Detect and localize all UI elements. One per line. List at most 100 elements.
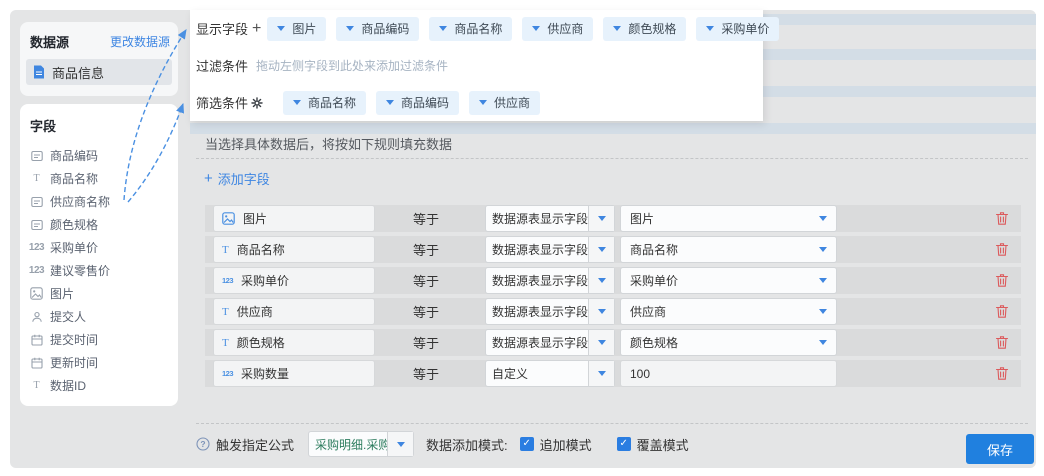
field-item[interactable]: 提交人	[30, 305, 178, 328]
rule-field-box[interactable]: 123 采购单价	[213, 267, 375, 294]
chevron-down-icon	[588, 330, 614, 355]
display-fields-row: 显示字段 + 图片 商品编码 商品名称 供应商 颜色规格 采购单价	[190, 10, 763, 47]
select-conditions-label: 筛选条件	[196, 93, 248, 112]
value-dropdown[interactable]: 图片	[620, 205, 837, 232]
gear-icon[interactable]	[251, 97, 263, 109]
operator-label: 等于	[413, 302, 453, 321]
fields-card: 字段 商品编码 T 商品名称 供应商名称 颜色规格 123 采购单价 123 建…	[20, 104, 178, 406]
display-field-tag[interactable]: 图片	[267, 17, 326, 41]
source-type-dropdown[interactable]: 数据源表显示字段值	[485, 298, 615, 325]
display-fields-label: 显示字段	[196, 19, 252, 38]
divider	[196, 158, 1028, 159]
field-item[interactable]: T 数据ID	[30, 374, 178, 397]
text-icon: T	[222, 337, 229, 349]
delete-row-icon[interactable]	[995, 335, 1009, 350]
field-item[interactable]: T 商品名称	[30, 167, 178, 190]
footer-bar: ? 触发指定公式 采购明细.采购... 数据添加模式: ✓ 追加模式 ✓ 覆盖模…	[196, 428, 689, 460]
value-dropdown[interactable]: 颜色规格	[620, 329, 837, 356]
datasource-title: 数据源	[30, 32, 69, 51]
field-item[interactable]: 提交时间	[30, 328, 178, 351]
delete-row-icon[interactable]	[995, 242, 1009, 257]
divider	[196, 423, 1028, 424]
rule-field-box[interactable]: T 供应商	[213, 298, 375, 325]
add-field-button[interactable]: + 添加字段	[204, 169, 270, 188]
delete-row-icon[interactable]	[995, 273, 1009, 288]
overwrite-mode-checkbox[interactable]: ✓ 覆盖模式	[617, 435, 689, 454]
value-dropdown[interactable]: 商品名称	[620, 236, 837, 263]
rule-row: T 供应商 等于 数据源表显示字段值 供应商	[205, 298, 1021, 325]
chevron-down-icon	[810, 237, 836, 262]
delete-row-icon[interactable]	[995, 211, 1009, 226]
datasource-item-selected[interactable]: 商品信息	[26, 59, 172, 85]
rule-field-box[interactable]: 123 采购数量	[213, 360, 375, 387]
field-item[interactable]: 更新时间	[30, 351, 178, 374]
source-type-dropdown[interactable]: 数据源表显示字段值	[485, 267, 615, 294]
display-field-tag[interactable]: 商品名称	[429, 17, 512, 41]
add-display-field-button[interactable]: +	[252, 20, 261, 38]
chevron-down-icon	[810, 268, 836, 293]
field-item[interactable]: 图片	[30, 282, 178, 305]
source-type-dropdown[interactable]: 数据源表显示字段值	[485, 329, 615, 356]
text-icon: T	[222, 244, 229, 256]
select-filter-tag[interactable]: 供应商	[469, 91, 540, 115]
source-type-dropdown[interactable]: 数据源表显示字段值	[485, 236, 615, 263]
field-item[interactable]: 123 建议零售价	[30, 259, 178, 282]
rule-field-box[interactable]: 图片	[213, 205, 375, 232]
field-item[interactable]: 颜色规格	[30, 213, 178, 236]
field-item[interactable]: 123 采购单价	[30, 236, 178, 259]
svg-text:?: ?	[200, 439, 205, 449]
formula-dropdown[interactable]: 采购明细.采购...	[308, 431, 414, 457]
field-box-icon	[30, 219, 43, 231]
operator-label: 等于	[413, 240, 453, 259]
display-field-tag[interactable]: 颜色规格	[603, 17, 686, 41]
save-button[interactable]: 保存	[966, 434, 1034, 464]
display-field-tag[interactable]: 商品编码	[336, 17, 419, 41]
calendar-icon	[30, 334, 43, 346]
number-icon: 123	[222, 369, 233, 378]
rule-field-box[interactable]: T 商品名称	[213, 236, 375, 263]
value-dropdown[interactable]: 采购单价	[620, 267, 837, 294]
value-dropdown[interactable]: 供应商	[620, 298, 837, 325]
field-box-icon	[30, 196, 43, 208]
delete-row-icon[interactable]	[995, 366, 1009, 381]
custom-value-input[interactable]	[620, 360, 837, 387]
select-filter-tag[interactable]: 商品编码	[376, 91, 459, 115]
filter-conditions-label: 过滤条件	[196, 56, 252, 75]
chevron-down-icon	[588, 206, 614, 231]
rule-row: 123 采购单价 等于 数据源表显示字段值 采购单价	[205, 267, 1021, 294]
help-icon[interactable]: ?	[196, 437, 210, 451]
field-config-panel: 显示字段 + 图片 商品编码 商品名称 供应商 颜色规格 采购单价 过滤条件 拖…	[190, 10, 763, 121]
chevron-down-icon	[479, 100, 487, 105]
data-mode-label: 数据添加模式:	[426, 435, 508, 454]
chevron-down-icon	[588, 299, 614, 324]
chevron-down-icon	[588, 361, 614, 386]
chevron-down-icon	[277, 26, 285, 31]
chevron-down-icon	[293, 100, 301, 105]
calendar-icon	[30, 357, 43, 369]
datasource-card: 数据源 更改数据源 商品信息	[20, 22, 178, 96]
chevron-down-icon	[386, 100, 394, 105]
chevron-down-icon	[810, 330, 836, 355]
change-datasource-link[interactable]: 更改数据源	[110, 33, 170, 50]
rule-row: T 颜色规格 等于 数据源表显示字段值 颜色规格	[205, 329, 1021, 356]
select-filter-tag[interactable]: 商品名称	[283, 91, 366, 115]
field-item[interactable]: 供应商名称	[30, 190, 178, 213]
select-conditions-row: 筛选条件 商品名称 商品编码 供应商	[190, 84, 763, 121]
rule-field-box[interactable]: T 颜色规格	[213, 329, 375, 356]
source-type-dropdown[interactable]: 数据源表显示字段值	[485, 205, 615, 232]
filter-drop-zone[interactable]: 拖动左侧字段到此处来添加过滤条件	[256, 57, 448, 74]
number-icon: 123	[30, 265, 43, 276]
chevron-down-icon	[706, 26, 714, 31]
display-field-tag[interactable]: 采购单价	[696, 17, 779, 41]
filter-conditions-row: 过滤条件 拖动左侧字段到此处来添加过滤条件	[190, 47, 763, 84]
source-type-dropdown[interactable]: 自定义	[485, 360, 615, 387]
delete-row-icon[interactable]	[995, 304, 1009, 319]
field-item[interactable]: 商品编码	[30, 144, 178, 167]
formula-label: 触发指定公式	[216, 435, 294, 454]
field-box-icon	[30, 150, 43, 162]
chevron-down-icon	[613, 26, 621, 31]
display-field-tag[interactable]: 供应商	[522, 17, 593, 41]
operator-label: 等于	[413, 364, 453, 383]
append-mode-checkbox[interactable]: ✓ 追加模式	[520, 435, 592, 454]
operator-label: 等于	[413, 333, 453, 352]
